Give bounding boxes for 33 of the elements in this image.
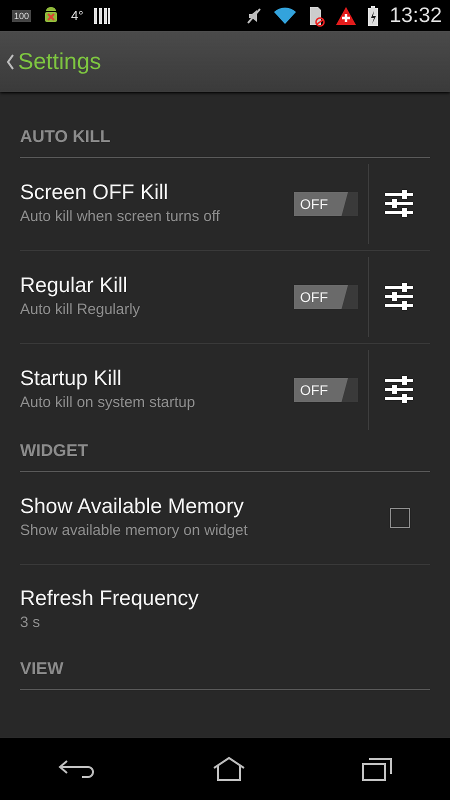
wifi-icon	[273, 6, 298, 26]
section-header: VIEW	[20, 654, 430, 690]
battery-charging-icon	[367, 4, 380, 26]
chevron-left-icon	[6, 54, 14, 70]
setting-title[interactable]: Regular Kill	[20, 273, 128, 299]
setting-summary: Auto kill on system startup	[20, 393, 196, 413]
setting-summary: Auto kill Regularly	[20, 300, 142, 320]
section-header: WIDGET	[20, 436, 430, 472]
sd-card-icon	[307, 4, 326, 26]
checkbox[interactable]	[390, 508, 410, 528]
sliders-icon[interactable]	[384, 190, 414, 218]
sliders-icon[interactable]	[384, 283, 414, 311]
setting-title[interactable]: Startup Kill	[20, 366, 122, 392]
clock-text: 13:32	[389, 4, 442, 28]
temperature-text: 4°	[71, 8, 84, 23]
toggle-switch[interactable]: OFF	[294, 285, 358, 309]
warning-cross-icon	[335, 6, 358, 26]
setting-summary: Auto kill when screen turns off	[20, 207, 221, 227]
toggle-switch[interactable]: OFF	[294, 378, 358, 402]
setting-title[interactable]: Show Available Memory	[20, 494, 244, 520]
toggle-switch[interactable]: OFF	[294, 192, 358, 216]
section-header: AUTO KILL	[20, 122, 430, 158]
recent-apps-icon[interactable]	[360, 756, 393, 782]
setting-title[interactable]: Refresh Frequency	[20, 586, 199, 612]
setting-title[interactable]: Screen OFF Kill	[20, 180, 168, 206]
setting-summary: Show available memory on widget	[20, 521, 249, 541]
sliders-icon[interactable]	[384, 376, 414, 404]
home-icon[interactable]	[212, 756, 246, 782]
bars-icon	[93, 6, 112, 26]
mute-icon	[245, 6, 264, 26]
setting-summary: 3 s	[20, 612, 42, 632]
back-button[interactable]: Settings	[0, 48, 108, 75]
battery-level-text: 100	[12, 10, 32, 22]
